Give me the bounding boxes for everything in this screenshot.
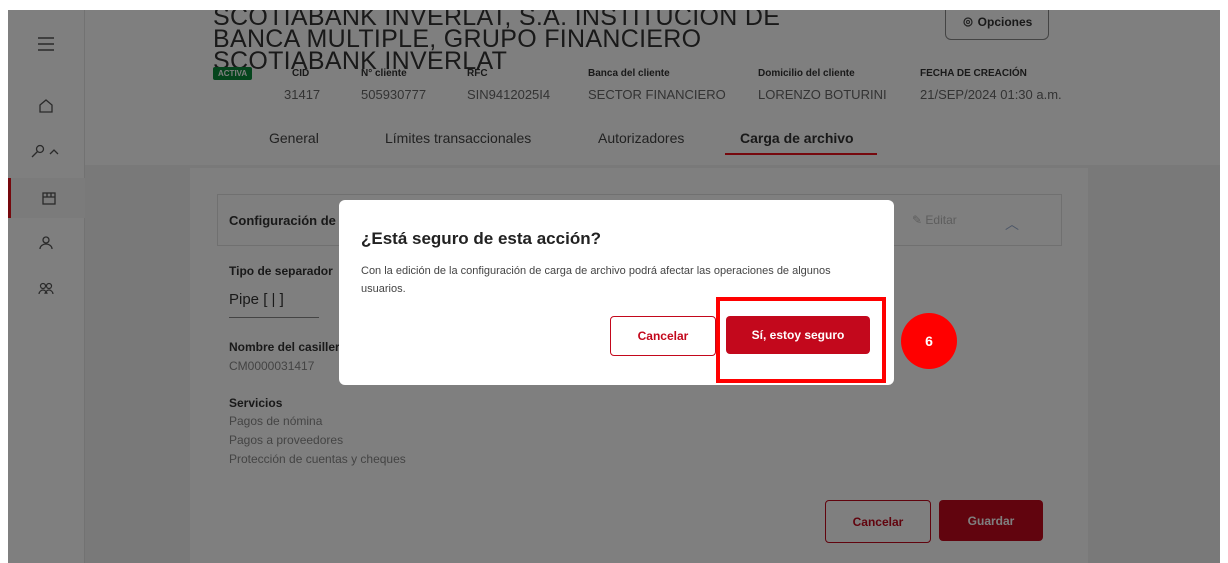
- dialog-cancel-button[interactable]: Cancelar: [610, 316, 716, 356]
- step-marker: 6: [901, 313, 957, 369]
- dialog-title: ¿Está seguro de esta acción?: [361, 229, 601, 248]
- app-frame: SCOTIABANK INVERLAT, S.A. INSTITUCION DE…: [8, 10, 1220, 563]
- dialog-body: Con la edición de la configuración de ca…: [361, 265, 831, 295]
- highlight-box: [716, 297, 886, 383]
